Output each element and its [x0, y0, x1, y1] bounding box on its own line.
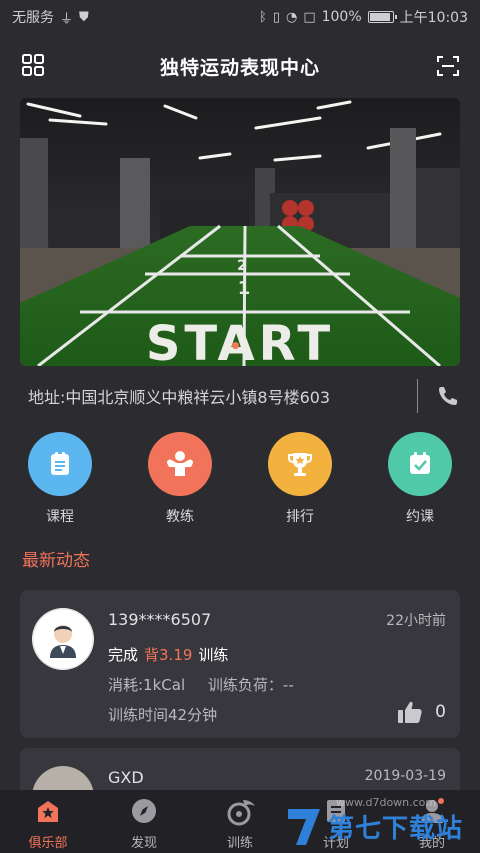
thumbs-up-icon[interactable] [397, 700, 423, 724]
calendar-check-icon[interactable] [388, 432, 452, 496]
shortcut-label: 约课 [406, 509, 434, 525]
vibrate-icon: ▯ [272, 9, 280, 25]
default-avatar-icon [32, 608, 94, 670]
section-title-news: 最新动态 [22, 551, 90, 571]
battery-percent: 100% [321, 9, 362, 25]
club-address: 地址:中国北京顺义中粮祥云小镇8号楼603 [28, 388, 331, 407]
activity-suffix: 训练 [198, 646, 229, 664]
avatar[interactable] [32, 608, 94, 670]
training-icon [227, 800, 255, 826]
club-icon [38, 801, 58, 822]
title-bar: 独特运动表现中心 [0, 40, 480, 92]
tab-discover[interactable]: 发现 [104, 796, 184, 851]
tab-club[interactable]: 俱乐部 [8, 796, 88, 851]
grid-menu-icon[interactable] [22, 54, 44, 76]
feed-username[interactable]: GXD [108, 768, 144, 787]
status-bar: 无服务 ⏚ ⛊ ᛒ ▯ ◔ □ 100% 上午10:03 [0, 0, 480, 34]
start-floor-text: START [146, 316, 334, 366]
watermark-url: www.d7down.com [336, 796, 437, 809]
gym-banner[interactable]: 2 1 START [20, 98, 460, 366]
shortcut-coach[interactable]: 教练 [135, 432, 225, 526]
shortcut-label: 教练 [166, 509, 194, 525]
trophy-icon[interactable] [268, 432, 332, 496]
tab-label: 发现 [130, 836, 157, 851]
carousel-indicator[interactable] [232, 342, 239, 349]
tab-label: 训练 [226, 836, 253, 851]
watermark-logo-icon [288, 808, 320, 845]
address-row: 地址:中国北京顺义中粮祥云小镇8号楼603 [20, 376, 460, 416]
like-button[interactable]: 0 [397, 700, 446, 724]
feed-card[interactable]: 139****6507 22小时前 完成 背3.19 训练 消耗:1kCal 训练负… [20, 590, 460, 738]
watermark-brand: 第七下载站 [328, 814, 464, 844]
sim-alert-icon: □ [303, 9, 316, 25]
shortcut-label: 课程 [46, 509, 74, 525]
feed-time: 2019-03-19 [364, 768, 446, 784]
feed-username[interactable]: 139****6507 [108, 610, 211, 629]
shortcut-label: 排行 [286, 509, 314, 525]
wifi-icon: ◔ [285, 9, 298, 25]
feed-stats: 消耗:1kCal 训练负荷：-- [108, 674, 294, 695]
usb-icon: ⏚ [60, 11, 74, 27]
activity-prefix: 完成 [108, 646, 139, 664]
coach-icon[interactable] [148, 432, 212, 496]
feed-activity: 完成 背3.19 训练 [108, 644, 228, 665]
like-count: 0 [435, 702, 446, 722]
lane-number-1: 1 [238, 278, 251, 299]
activity-plan-name[interactable]: 背3.19 [144, 646, 192, 664]
tab-training[interactable]: 训练 [200, 796, 280, 851]
duration-stat: 训练时间42分钟 [108, 706, 218, 724]
shortcut-grid: 课程 教练 排行 约课 [0, 432, 480, 528]
clock: 上午10:03 [399, 10, 468, 26]
course-icon[interactable] [28, 432, 92, 496]
feed-time: 22小时前 [386, 613, 446, 629]
carrier-label: 无服务 [12, 10, 54, 26]
lane-number-2: 2 [237, 258, 247, 274]
vertical-divider [417, 379, 418, 413]
gym-photo: 2 1 START [20, 98, 460, 366]
shortcut-booking[interactable]: 约课 [375, 432, 465, 526]
page-title: 独特运动表现中心 [159, 56, 320, 79]
compass-icon [132, 799, 156, 823]
load-stat: 训练负荷：-- [207, 676, 294, 694]
tab-label: 俱乐部 [28, 836, 68, 851]
scan-icon[interactable] [436, 54, 460, 78]
battery-icon [367, 11, 397, 23]
phone-icon[interactable] [436, 384, 460, 408]
calories-stat: 消耗:1kCal [108, 676, 186, 694]
bluetooth-icon: ᛒ [259, 9, 267, 25]
shortcut-ranking[interactable]: 排行 [255, 432, 345, 526]
shield-icon: ⛊ [79, 9, 89, 25]
shortcut-course[interactable]: 课程 [15, 432, 105, 526]
